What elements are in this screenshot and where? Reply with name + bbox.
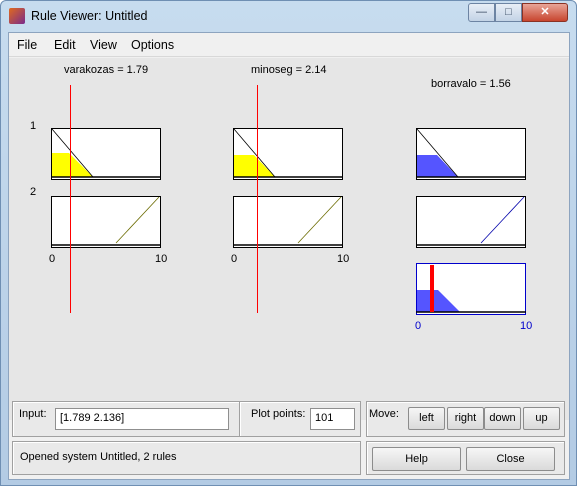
window-title: Rule Viewer: Untitled <box>31 9 148 23</box>
close-window-button[interactable]: ✕ <box>522 3 568 22</box>
rule2-input2-plot[interactable] <box>233 196 345 249</box>
output-label: borravalo = 1.56 <box>431 78 511 90</box>
move-right-button[interactable]: right <box>447 407 484 430</box>
move-panel: Move: left right down up <box>366 401 565 437</box>
input-panel: Input: [1.789 2.136] Plot points: 101 <box>12 401 361 437</box>
menu-bar: File Edit View Options <box>9 33 569 57</box>
menu-view[interactable]: View <box>90 38 117 52</box>
rule-number-1: 1 <box>30 120 37 132</box>
input1-axis-max: 10 <box>155 253 168 265</box>
menu-options[interactable]: Options <box>131 38 174 52</box>
rule1-input2-plot[interactable] <box>233 128 345 181</box>
rule1-output-plot <box>416 128 526 180</box>
rule2-output-plot <box>416 196 526 248</box>
client-area: File Edit View Options varakozas = 1.79 … <box>8 32 570 480</box>
minimize-button[interactable]: — <box>468 3 495 22</box>
input2-axis-min: 0 <box>231 253 238 265</box>
input2-label: minoseg = 2.14 <box>251 64 327 76</box>
output-axis-max: 10 <box>520 320 533 332</box>
output-axis-min: 0 <box>415 320 422 332</box>
matlab-app-icon <box>9 8 25 24</box>
maximize-button[interactable]: □ <box>495 3 522 22</box>
plot-points-label: Plot points: <box>251 408 306 420</box>
input-vector-field[interactable]: [1.789 2.136] <box>55 408 229 430</box>
rule-viewer-window: Rule Viewer: Untitled — □ ✕ File Edit Vi… <box>0 0 577 486</box>
status-message: Opened system Untitled, 2 rules <box>20 451 177 463</box>
help-button[interactable]: Help <box>372 447 461 471</box>
rule1-input1-plot[interactable] <box>51 128 163 181</box>
move-up-button[interactable]: up <box>523 407 560 430</box>
close-button[interactable]: Close <box>466 447 555 471</box>
input1-axis-min: 0 <box>49 253 56 265</box>
status-panel: Opened system Untitled, 2 rules <box>12 441 361 475</box>
plot-points-field[interactable]: 101 <box>310 408 355 430</box>
menu-file[interactable]: File <box>17 38 37 52</box>
input1-label: varakozas = 1.79 <box>64 64 149 76</box>
input-field-label: Input: <box>19 408 47 420</box>
rule-plot-area: varakozas = 1.79 minoseg = 2.14 borraval… <box>9 58 569 420</box>
help-close-panel: Help Close <box>366 441 565 475</box>
menu-edit[interactable]: Edit <box>54 38 76 52</box>
input2-axis-max: 10 <box>337 253 350 265</box>
plot-points-panel: Plot points: 101 <box>239 401 361 437</box>
input2-marker-line[interactable] <box>257 85 258 313</box>
rule-number-2: 2 <box>30 186 37 198</box>
title-bar: Rule Viewer: Untitled — □ ✕ <box>1 1 576 31</box>
input1-marker-line[interactable] <box>70 85 71 313</box>
rule2-input1-plot[interactable] <box>51 196 163 249</box>
move-label: Move: <box>369 408 399 420</box>
move-down-button[interactable]: down <box>484 407 521 430</box>
move-left-button[interactable]: left <box>408 407 445 430</box>
aggregated-output-plot <box>416 263 526 315</box>
